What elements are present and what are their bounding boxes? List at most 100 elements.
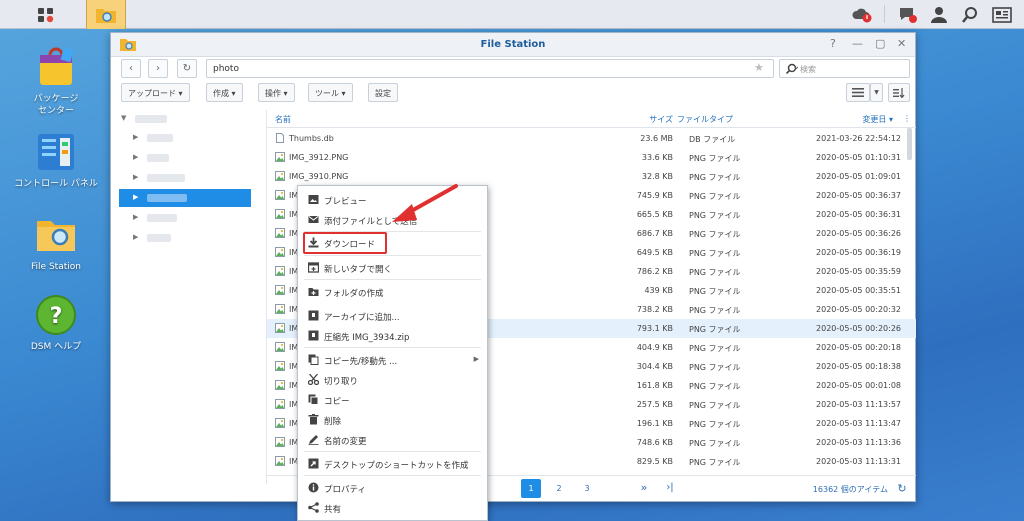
taskbar-file-station-button[interactable] xyxy=(86,0,126,29)
menu-separator xyxy=(304,255,481,256)
file-type: PNG ファイル xyxy=(689,230,741,239)
menu-item-label: 新しいタブで開く xyxy=(324,265,393,275)
menu-item[interactable]: アーカイブに追加... xyxy=(298,306,487,326)
file-size: 404.9 KB xyxy=(636,343,673,352)
forward-button[interactable]: › xyxy=(148,59,168,78)
action-button[interactable]: 操作 ▾ xyxy=(258,83,295,102)
menu-item-label: デスクトップのショートカットを作成 xyxy=(324,461,469,471)
search-button[interactable] xyxy=(961,0,979,29)
menu-item[interactable]: フォルダの作成 xyxy=(298,282,487,302)
share-icon xyxy=(308,502,319,513)
table-row[interactable]: IMG_3912.PNG 33.6 KB PNG ファイル 2020-05-05 01… xyxy=(267,148,916,167)
help-icon: ? xyxy=(34,293,78,337)
menu-item[interactable]: 圧縮先 IMG_3934.zip xyxy=(298,326,487,346)
column-header-modified[interactable]: 変更日 ▾ xyxy=(862,114,893,125)
menu-item-label: コピー先/移動先 ... xyxy=(324,357,398,367)
menu-item[interactable]: プロパティ xyxy=(298,478,487,498)
page-button[interactable]: 1 xyxy=(521,479,541,498)
file-size: 786.2 KB xyxy=(636,267,673,276)
tools-button[interactable]: ツール ▾ xyxy=(308,83,353,102)
image-file-icon xyxy=(275,247,285,257)
menu-item[interactable]: 添付ファイルとして送信 xyxy=(298,210,487,230)
close-button[interactable]: ✕ xyxy=(897,37,906,50)
image-file-icon xyxy=(275,228,285,238)
maximize-button[interactable]: ▢ xyxy=(875,37,885,50)
last-page-icon[interactable]: ›| xyxy=(660,479,680,498)
menu-item[interactable]: プレビュー xyxy=(298,190,487,210)
file-size: 686.7 KB xyxy=(636,229,673,238)
help-button[interactable]: ? xyxy=(830,37,836,50)
tree-node[interactable]: ▼ xyxy=(119,110,251,128)
create-button[interactable]: 作成 ▾ xyxy=(206,83,243,102)
file-station-icon xyxy=(96,8,116,23)
tree-node[interactable]: ▶ xyxy=(119,209,251,227)
refresh-icon[interactable]: ↻ xyxy=(892,479,912,498)
menu-item[interactable]: 新しいタブで開く xyxy=(298,258,487,278)
file-type: PNG ファイル xyxy=(689,325,741,334)
tree-node[interactable]: ▶ xyxy=(119,229,251,247)
chat-button[interactable] xyxy=(898,0,918,29)
file-type: PNG ファイル xyxy=(689,420,741,429)
next-page-icon[interactable]: » xyxy=(634,479,654,498)
favorite-star-icon[interactable]: ★ xyxy=(754,61,764,74)
svg-text:?: ? xyxy=(50,304,63,329)
table-row[interactable]: IMG_3910.PNG 32.8 KB PNG ファイル 2020-05-05 01… xyxy=(267,167,916,186)
file-modified: 2020-05-05 00:20:18 xyxy=(816,343,901,352)
file-modified: 2020-05-05 00:35:59 xyxy=(816,267,901,276)
page-button[interactable]: 3 xyxy=(577,479,597,498)
minimize-button[interactable]: — xyxy=(852,37,863,50)
file-type: PNG ファイル xyxy=(689,382,741,391)
user-button[interactable] xyxy=(930,0,948,29)
tree-node-selected[interactable]: ▶ xyxy=(119,189,251,207)
image-file-icon xyxy=(275,285,285,295)
column-header-type[interactable]: ファイルタイプ xyxy=(677,114,733,125)
menu-item-label: 切り取り xyxy=(324,377,359,387)
column-header-name[interactable]: 名前 xyxy=(275,114,291,125)
copy-move-icon xyxy=(308,354,319,365)
view-mode-button[interactable] xyxy=(846,83,870,102)
menu-item[interactable]: 名前の変更 xyxy=(298,430,487,450)
file-type: PNG ファイル xyxy=(689,401,741,410)
file-size: 745.9 KB xyxy=(636,191,673,200)
chevron-right-icon: ▶ xyxy=(133,153,139,161)
file-size: 304.4 KB xyxy=(636,362,673,371)
main-menu-button[interactable] xyxy=(24,0,68,29)
tree-node[interactable]: ▶ xyxy=(119,129,251,147)
refresh-button[interactable]: ↻ xyxy=(177,59,197,78)
tree-node[interactable]: ▶ xyxy=(119,169,251,187)
file-size: 665.5 KB xyxy=(636,210,673,219)
path-field[interactable]: photo xyxy=(206,59,774,78)
page-button[interactable]: 2 xyxy=(549,479,569,498)
desktop-dsm-help[interactable]: ? DSM ヘルプ xyxy=(11,293,101,353)
widgets-button[interactable] xyxy=(992,0,1012,29)
menu-item[interactable]: ダウンロード xyxy=(298,233,487,253)
chevron-left-icon: ‹ xyxy=(129,63,133,74)
image-file-icon xyxy=(275,323,285,333)
back-button[interactable]: ‹ xyxy=(121,59,141,78)
notifications-cloud-button[interactable] xyxy=(852,0,874,29)
sort-button[interactable] xyxy=(888,83,910,102)
tree-node[interactable]: ▶ xyxy=(119,149,251,167)
search-input[interactable]: 検索 xyxy=(779,59,910,78)
window-titlebar[interactable]: File Station ? — ▢ ✕ xyxy=(111,33,915,57)
menu-item[interactable]: 切り取り xyxy=(298,370,487,390)
column-options-icon[interactable]: ⋮ xyxy=(903,114,911,123)
tree-node-label-redacted xyxy=(147,194,187,202)
scrollbar[interactable] xyxy=(907,128,912,160)
settings-button[interactable]: 設定 xyxy=(368,83,398,102)
desktop-file-station[interactable]: File Station xyxy=(11,213,101,273)
menu-item[interactable]: コピー先/移動先 ... ▶ xyxy=(298,350,487,370)
desktop-control-panel[interactable]: コントロール パネル xyxy=(11,130,101,190)
view-mode-dropdown[interactable]: ▼ xyxy=(870,83,883,102)
file-type: PNG ファイル xyxy=(689,268,741,277)
upload-button[interactable]: アップロード ▾ xyxy=(121,83,190,102)
table-row[interactable]: Thumbs.db 23.6 MB DB ファイル 2021-03-26 22:54:… xyxy=(267,129,916,148)
menu-item[interactable]: コピー xyxy=(298,390,487,410)
menu-item[interactable]: 共有 xyxy=(298,498,487,518)
column-header-size[interactable]: サイズ xyxy=(649,114,673,125)
desktop-package-center[interactable]: パッケージ センター xyxy=(11,45,101,117)
menu-item[interactable]: デスクトップのショートカットを作成 xyxy=(298,454,487,474)
image-file-icon xyxy=(275,304,285,314)
chevron-right-icon: ▶ xyxy=(133,173,139,181)
menu-item[interactable]: 削除 xyxy=(298,410,487,430)
